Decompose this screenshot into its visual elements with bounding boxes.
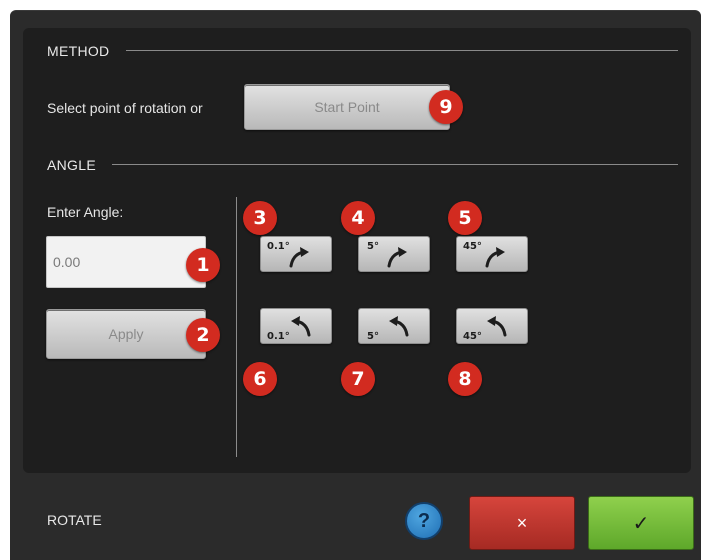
angle-divider — [112, 164, 678, 165]
angle-section-title: ANGLE — [47, 157, 96, 173]
callout-badge-4: 4 — [341, 201, 375, 235]
callout-badge-7: 7 — [341, 362, 375, 396]
rotate-clockwise-icon — [289, 247, 309, 268]
help-icon[interactable]: ? — [405, 502, 443, 540]
start-point-button[interactable]: Start Point — [244, 84, 450, 130]
enter-angle-label: Enter Angle: — [47, 204, 124, 220]
rotate-ccw-0.1-button[interactable]: 0.1° — [260, 308, 332, 344]
rotate-counterclockwise-icon — [291, 316, 311, 337]
rotate-ccw-5-value: 5° — [367, 331, 379, 342]
rotate-cw-5-value: 5° — [367, 241, 379, 252]
angle-column-divider — [236, 197, 237, 457]
rotate-cw-5-button[interactable]: 5° — [358, 236, 430, 272]
callout-badge-9: 9 — [429, 90, 463, 124]
rotate-cw-45-button[interactable]: 45° — [456, 236, 528, 272]
method-divider — [126, 50, 678, 51]
rotate-ccw-45-button[interactable]: 45° — [456, 308, 528, 344]
rotation-point-prompt: Select point of rotation or — [47, 100, 203, 116]
callout-badge-2: 2 — [186, 318, 220, 352]
rotate-cw-45-value: 45° — [463, 241, 482, 252]
angle-input[interactable]: 0.00 — [46, 236, 206, 288]
callout-badge-3: 3 — [243, 201, 277, 235]
confirm-button[interactable]: ✓ — [588, 496, 694, 550]
callout-badge-8: 8 — [448, 362, 482, 396]
rotate-clockwise-icon — [387, 247, 407, 268]
callout-badge-5: 5 — [448, 201, 482, 235]
rotate-counterclockwise-icon — [389, 316, 409, 337]
dialog-title: ROTATE — [47, 512, 102, 528]
rotate-ccw-45-value: 45° — [463, 331, 482, 342]
callout-badge-1: 1 — [186, 248, 220, 282]
cancel-button[interactable]: × — [469, 496, 575, 550]
method-section-title: METHOD — [47, 43, 110, 59]
apply-button[interactable]: Apply — [46, 309, 206, 359]
rotate-clockwise-icon — [485, 247, 505, 268]
rotate-counterclockwise-icon — [487, 316, 507, 337]
rotate-ccw-5-button[interactable]: 5° — [358, 308, 430, 344]
callout-badge-6: 6 — [243, 362, 277, 396]
rotate-cw-0.1-button[interactable]: 0.1° — [260, 236, 332, 272]
